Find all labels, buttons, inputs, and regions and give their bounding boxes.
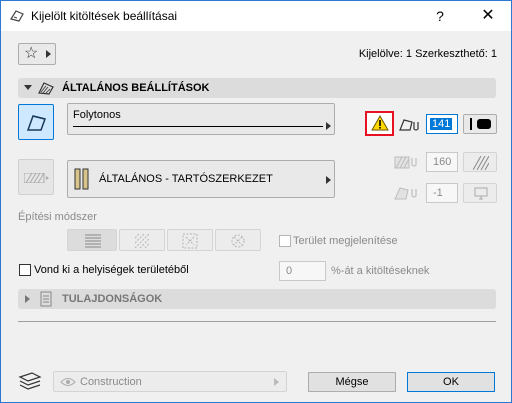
warning-icon [371, 115, 389, 131]
layer-name: Construction [80, 376, 142, 388]
favorites-button[interactable]: ☆ [18, 43, 56, 65]
properties-header[interactable]: TULAJDONSÁGOK [18, 289, 496, 309]
fill-pen-field[interactable]: 141 [426, 114, 458, 134]
composite-method-icon [134, 233, 150, 249]
chevron-right-icon [46, 50, 51, 58]
building-material-icon [74, 168, 89, 190]
complex-method-icon [231, 234, 245, 248]
percent-field[interactable]: 0 [279, 261, 326, 281]
background-pattern-button[interactable] [463, 152, 497, 172]
selection-info: Kijelölve: 1 Szerkeszthető: 1 [358, 48, 497, 60]
ok-button[interactable]: OK [407, 372, 495, 392]
star-icon: ☆ [24, 45, 39, 62]
properties-document-icon [40, 291, 52, 307]
line-sample [73, 126, 323, 127]
line-type-label: Folytonos [73, 109, 121, 121]
footer-divider [18, 321, 496, 322]
chevron-right-icon [274, 378, 279, 386]
general-settings-header[interactable]: ÁLTALÁNOS BEÁLLÍTÁSOK [18, 78, 496, 98]
show-area-label: Terület megjelenítése [293, 235, 398, 247]
percent-suffix-label: %-át a kitöltéseknek [331, 265, 430, 277]
dialog-window: Kijelölt kitöltések beállításai ? ✕ ☆ Ki… [0, 0, 512, 403]
building-material-selector[interactable]: ÁLTALÁNOS - TARTÓSZERKEZET [67, 160, 335, 198]
fill-pen-value: 141 [430, 118, 453, 130]
expand-triangle-icon [25, 295, 30, 303]
collapse-triangle-icon [24, 85, 32, 90]
layers-icon [18, 372, 42, 390]
subtract-zones-checkbox[interactable] [19, 264, 31, 276]
fill-settings-app-icon [10, 10, 24, 22]
transparency-pen-icon [394, 187, 417, 200]
construction-method-profile-button[interactable] [167, 229, 213, 251]
background-pen-field[interactable]: 160 [426, 152, 458, 172]
properties-label: TULAJDONSÁGOK [62, 293, 163, 305]
building-material-label: ÁLTALÁNOS - TARTÓSZERKEZET [99, 173, 273, 185]
fill-section-icon [38, 82, 54, 95]
monitor-icon [474, 187, 488, 200]
line-type-selector[interactable]: Folytonos [67, 103, 335, 135]
construction-method-basic-button[interactable] [67, 229, 117, 251]
fill-type-button[interactable] [18, 104, 54, 140]
pen-weight-thick-icon [477, 119, 491, 129]
construction-method-composite-button[interactable] [119, 229, 165, 251]
subtract-zones-label: Vond ki a helyiségek területéből [34, 264, 189, 276]
profile-method-icon [182, 233, 198, 249]
fill-polygon-icon [26, 115, 46, 131]
title-bar: Kijelölt kitöltések beállításai ? ✕ [1, 1, 511, 31]
pen-weight-thin-icon [470, 118, 472, 130]
warning-indicator[interactable] [365, 111, 394, 136]
construction-method-label: Építési módszer [18, 211, 97, 223]
cancel-button[interactable]: Mégse [308, 372, 396, 392]
general-settings-label: ÁLTALÁNOS BEÁLLÍTÁSOK [62, 82, 210, 94]
fill-pen-icon [399, 119, 419, 131]
pen-weight-button[interactable] [463, 114, 497, 134]
layer-selector[interactable]: Construction [53, 371, 287, 392]
pattern-swatch-icon [473, 156, 489, 170]
eye-icon [60, 378, 76, 386]
display-mode-button[interactable] [463, 183, 497, 203]
hatch-pattern-icon [24, 173, 49, 183]
show-area-checkbox[interactable] [279, 235, 291, 247]
chevron-right-icon [326, 122, 331, 130]
window-title: Kijelölt kitöltések beállításai [31, 9, 178, 23]
basic-method-icon [85, 234, 101, 248]
background-pen-icon [394, 156, 417, 169]
close-button[interactable]: ✕ [473, 5, 503, 27]
construction-method-complex-button[interactable] [215, 229, 261, 251]
fill-pattern-button[interactable] [18, 159, 54, 195]
help-button[interactable]: ? [425, 5, 455, 27]
transparency-pen-field[interactable]: -1 [426, 183, 458, 203]
chevron-right-icon [326, 176, 331, 184]
